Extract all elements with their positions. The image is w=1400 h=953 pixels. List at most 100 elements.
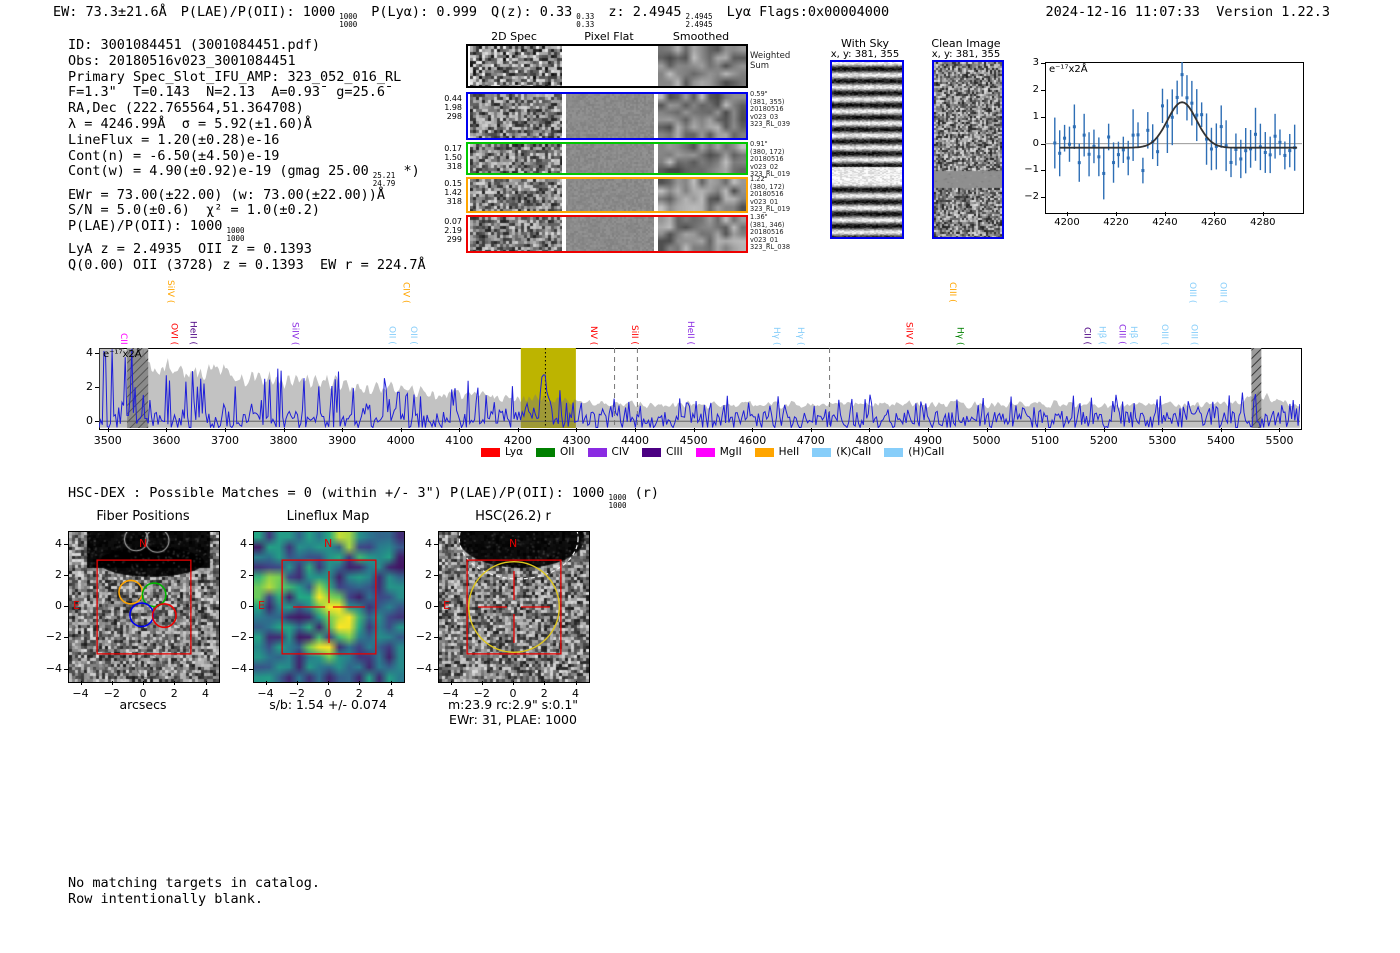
map-y-tick bbox=[64, 574, 68, 576]
y-tick-mark bbox=[1041, 63, 1045, 65]
smoothed-image bbox=[658, 217, 746, 251]
map-y-label: −4 bbox=[230, 661, 247, 675]
x-tick-mark bbox=[693, 428, 695, 432]
line-mark-HeII: HeII ( bbox=[685, 0, 695, 345]
map-y-label: 2 bbox=[55, 567, 62, 581]
emission-line-label: SiIV ( bbox=[289, 321, 300, 345]
line-mark-SiII: SiII ( bbox=[629, 0, 639, 345]
x-tick-mark bbox=[1262, 212, 1264, 216]
lineflux_map-overlay bbox=[281, 559, 377, 655]
map-x-tick bbox=[174, 681, 176, 685]
y-tick-mark bbox=[1041, 116, 1045, 118]
smoothed-image bbox=[658, 179, 746, 211]
map-x-tick bbox=[481, 681, 483, 685]
y-tick-label: 3 bbox=[1032, 57, 1039, 69]
x-tick-label: 3600 bbox=[152, 434, 181, 447]
emission-line-label: HeII ( bbox=[187, 321, 198, 345]
emission-line-label: CII bbox=[117, 333, 128, 345]
y-tick-label: 2 bbox=[1032, 84, 1039, 96]
cutout-left-labels: 0.07 2.19 299 bbox=[444, 217, 462, 244]
map-y-tick bbox=[249, 574, 253, 576]
legend-item-Lyα: Lyα bbox=[481, 446, 523, 458]
line-mark-Hγ: Hγ ( bbox=[771, 0, 781, 345]
compass-north: N bbox=[139, 537, 148, 550]
y-tick-mark bbox=[1041, 170, 1045, 172]
y-tick-mark bbox=[1041, 143, 1045, 145]
cutout-left-labels: 0.15 1.42 318 bbox=[444, 179, 462, 206]
legend-item-CIV: CIV bbox=[587, 446, 629, 458]
header-metric: EW: 73.3±21.6Å bbox=[53, 4, 167, 20]
x-tick-mark bbox=[107, 428, 109, 432]
map-xlabel-lineflux_map: s/b: 1.54 +/- 0.074 bbox=[269, 697, 387, 712]
elixer-report-page: EW: 73.3±21.6Å P(LAE)/P(OII): 1000 1000 100… bbox=[0, 0, 1400, 953]
compass-east: E bbox=[258, 599, 265, 612]
x-tick-mark bbox=[459, 428, 461, 432]
emission-line-label: CII ( bbox=[1081, 327, 1092, 345]
map-y-tick bbox=[64, 668, 68, 670]
line-mark-HeII: HeII ( bbox=[187, 0, 197, 345]
legend-item-HCaII: (H)CaII bbox=[884, 446, 944, 458]
cutout-row bbox=[466, 177, 748, 213]
map-y-label: 0 bbox=[240, 599, 247, 612]
map-y-tick bbox=[434, 606, 438, 607]
x-tick-label: 4260 bbox=[1201, 217, 1227, 228]
x-tick-label: 5100 bbox=[1031, 434, 1060, 447]
pixel-flat-image bbox=[566, 179, 654, 211]
hsc_r-overlay bbox=[458, 532, 579, 655]
x-tick-mark bbox=[576, 428, 578, 432]
x-tick-label: 5500 bbox=[1265, 434, 1294, 447]
y-tick-label: 4 bbox=[86, 346, 93, 360]
map-xlabel-hsc_r: m:23.9 rc:2.9" s:0.1" bbox=[447, 697, 579, 712]
legend-swatch bbox=[642, 447, 662, 457]
pixel-flat-noise bbox=[566, 217, 654, 251]
map-y-tick bbox=[249, 668, 253, 670]
x-tick-label: 3700 bbox=[210, 434, 239, 447]
clean-image bbox=[934, 62, 1002, 237]
header-metric: z: 2.4945 2.4945 2.4945 bbox=[608, 4, 713, 29]
legend-swatch bbox=[481, 447, 500, 457]
spectrum-annotation: e⁻¹⁷x2Å bbox=[103, 349, 142, 360]
emission-line-label: Hγ ( bbox=[954, 326, 965, 345]
cutout-col-title: Smoothed bbox=[672, 30, 730, 43]
line-mark-OVI: OVI ( bbox=[169, 0, 179, 345]
map-y-label: −4 bbox=[415, 661, 432, 675]
footer-line-2: Row intentionally blank. bbox=[68, 890, 264, 907]
legend-swatch bbox=[536, 447, 556, 457]
x-tick-label: 5400 bbox=[1206, 434, 1235, 447]
line-mark-OIII: OIII ( bbox=[1159, 0, 1169, 345]
x-tick-label: 4100 bbox=[445, 434, 474, 447]
sky-panel-image-box bbox=[932, 60, 1004, 239]
y-tick-label: 2 bbox=[86, 380, 93, 394]
x-tick-mark bbox=[752, 428, 754, 432]
emission-line-label: Hγ ( bbox=[771, 326, 781, 345]
legend-item-KCaII: (K)CaII bbox=[812, 446, 871, 458]
map-x-tick bbox=[143, 681, 144, 685]
map-y-tick bbox=[64, 637, 68, 639]
x-tick-label: 5000 bbox=[972, 434, 1001, 447]
x-tick-label: 5200 bbox=[1089, 434, 1118, 447]
map-y-tick bbox=[249, 606, 253, 607]
line-mark-NV: NV ( bbox=[588, 0, 598, 345]
stacked-fraction: 1000 1000 bbox=[226, 226, 245, 243]
emission-line-label: OIII ( bbox=[1217, 281, 1228, 303]
legend-swatch bbox=[812, 447, 832, 457]
legend-label: HeII bbox=[778, 446, 800, 458]
map-x-tick bbox=[359, 681, 361, 685]
x-tick-label: 4280 bbox=[1250, 217, 1276, 228]
map-y-tick bbox=[64, 543, 68, 545]
x-tick-mark bbox=[1162, 428, 1164, 432]
cutout-left-labels: 0.17 1.50 318 bbox=[444, 144, 462, 171]
x-tick-mark bbox=[986, 428, 988, 432]
cutout-col-title: Pixel Flat bbox=[584, 30, 634, 43]
compass-north: N bbox=[324, 537, 333, 550]
y-tick-label: −1 bbox=[1024, 164, 1039, 176]
line-mark-SiIV: SiIV ( bbox=[903, 0, 913, 345]
cutout-row bbox=[466, 44, 748, 88]
map-image-hsc_r bbox=[438, 531, 590, 683]
map-y-tick bbox=[64, 606, 68, 607]
emission-line-label: OII ( bbox=[407, 326, 418, 345]
line-mark-OII: OII ( bbox=[408, 0, 418, 345]
y-tick-label: 1 bbox=[1032, 110, 1039, 122]
map-xlabel2-hsc_r: EWr: 31, PLAE: 1000 bbox=[449, 712, 577, 727]
spec2d-image bbox=[470, 94, 562, 138]
